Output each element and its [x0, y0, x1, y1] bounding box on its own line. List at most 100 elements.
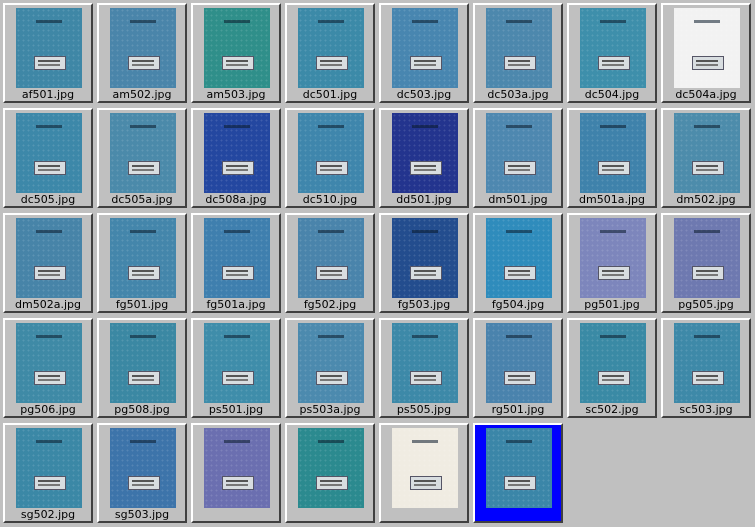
brand-mark: [130, 230, 156, 233]
thumbnail-image: [16, 323, 82, 403]
thumbnail-tile[interactable]: dc503a.jpg: [473, 3, 563, 103]
thumbnail-tile[interactable]: ps505.jpg: [379, 318, 469, 418]
thumbnail-tile[interactable]: dc505a.jpg: [97, 108, 187, 208]
thumbnail-tile[interactable]: dc501.jpg: [285, 3, 375, 103]
thumbnail-image: [580, 8, 646, 88]
label-plate: [34, 161, 66, 175]
thumbnail-image: [674, 323, 740, 403]
label-plate: [128, 56, 160, 70]
thumbnail-image: [298, 8, 364, 88]
thumbnail-label: dc505a.jpg: [111, 193, 173, 206]
thumbnail-tile[interactable]: dm501.jpg: [473, 108, 563, 208]
thumbnail-image: [110, 113, 176, 193]
label-plate: [692, 266, 724, 280]
thumbnail-tile[interactable]: sc503.jpg: [661, 318, 751, 418]
thumbnail-label: fg501a.jpg: [206, 298, 266, 311]
thumbnail-tile[interactable]: rg501.jpg: [473, 318, 563, 418]
brand-mark: [506, 230, 532, 233]
thumbnail-tile[interactable]: sg502.jpg: [3, 423, 93, 523]
thumbnail-tile[interactable]: fg504.jpg: [473, 213, 563, 313]
brand-mark: [506, 440, 532, 443]
thumbnail-tile[interactable]: [285, 423, 375, 523]
brand-mark: [36, 440, 62, 443]
thumbnail-image: [392, 218, 458, 298]
brand-mark: [506, 125, 532, 128]
label-plate: [128, 266, 160, 280]
thumbnail-tile[interactable]: dc504a.jpg: [661, 3, 751, 103]
brand-mark: [130, 20, 156, 23]
thumbnail-label: ps501.jpg: [208, 403, 264, 416]
thumbnail-image: [204, 323, 270, 403]
thumbnail-tile[interactable]: af501.jpg: [3, 3, 93, 103]
label-plate: [504, 266, 536, 280]
thumbnail-image: [204, 8, 270, 88]
thumbnail-tile[interactable]: am502.jpg: [97, 3, 187, 103]
brand-mark: [318, 230, 344, 233]
label-plate: [316, 266, 348, 280]
thumbnail-tile[interactable]: sc502.jpg: [567, 318, 657, 418]
thumbnail-image: [392, 113, 458, 193]
thumbnail-tile[interactable]: am503.jpg: [191, 3, 281, 103]
thumbnail-tile[interactable]: dc508a.jpg: [191, 108, 281, 208]
brand-mark: [36, 125, 62, 128]
brand-mark: [130, 440, 156, 443]
thumbnail-tile[interactable]: sg503.jpg: [97, 423, 187, 523]
thumbnail-tile[interactable]: pg506.jpg: [3, 318, 93, 418]
brand-mark: [224, 230, 250, 233]
thumbnail-tile[interactable]: ps501.jpg: [191, 318, 281, 418]
thumbnail-label: am503.jpg: [206, 88, 266, 101]
label-plate: [128, 476, 160, 490]
label-plate: [222, 476, 254, 490]
thumbnail-tile[interactable]: [473, 423, 563, 523]
thumbnail-tile[interactable]: [379, 423, 469, 523]
label-plate: [410, 476, 442, 490]
thumbnail-tile[interactable]: fg501.jpg: [97, 213, 187, 313]
thumbnail-tile[interactable]: pg505.jpg: [661, 213, 751, 313]
thumbnail-label: dc510.jpg: [302, 193, 358, 206]
thumbnail-tile[interactable]: ps503a.jpg: [285, 318, 375, 418]
brand-mark: [412, 230, 438, 233]
thumbnail-image: [16, 428, 82, 508]
thumbnail-tile[interactable]: pg508.jpg: [97, 318, 187, 418]
label-plate: [410, 266, 442, 280]
brand-mark: [412, 20, 438, 23]
thumbnail-label: fg504.jpg: [491, 298, 545, 311]
brand-mark: [318, 440, 344, 443]
thumbnail-tile[interactable]: fg501a.jpg: [191, 213, 281, 313]
thumbnail-tile[interactable]: fg502.jpg: [285, 213, 375, 313]
thumbnail-image: [204, 428, 270, 508]
label-plate: [410, 56, 442, 70]
thumbnail-tile[interactable]: dm502a.jpg: [3, 213, 93, 313]
thumbnail-image: [110, 428, 176, 508]
thumbnail-tile[interactable]: pg501.jpg: [567, 213, 657, 313]
thumbnail-tile[interactable]: dc505.jpg: [3, 108, 93, 208]
label-plate: [34, 56, 66, 70]
thumbnail-tile[interactable]: dc503.jpg: [379, 3, 469, 103]
brand-mark: [224, 440, 250, 443]
thumbnail-image: [580, 113, 646, 193]
brand-mark: [224, 20, 250, 23]
brand-mark: [318, 20, 344, 23]
thumbnail-image: [580, 323, 646, 403]
thumbnail-tile[interactable]: dc504.jpg: [567, 3, 657, 103]
thumbnail-label: dm501.jpg: [488, 193, 548, 206]
brand-mark: [506, 20, 532, 23]
thumbnail-label: fg503.jpg: [397, 298, 451, 311]
thumbnail-tile[interactable]: dd501.jpg: [379, 108, 469, 208]
thumbnail-label: fg502.jpg: [303, 298, 357, 311]
brand-mark: [318, 335, 344, 338]
thumbnail-image: [110, 8, 176, 88]
brand-mark: [318, 125, 344, 128]
thumbnail-tile[interactable]: dc510.jpg: [285, 108, 375, 208]
thumbnail-tile[interactable]: dm501a.jpg: [567, 108, 657, 208]
thumbnail-tile[interactable]: fg503.jpg: [379, 213, 469, 313]
thumbnail-label: af501.jpg: [21, 88, 75, 101]
label-plate: [504, 371, 536, 385]
brand-mark: [694, 125, 720, 128]
thumbnail-tile[interactable]: dm502.jpg: [661, 108, 751, 208]
brand-mark: [600, 335, 626, 338]
thumbnail-tile[interactable]: [191, 423, 281, 523]
thumbnail-label: dc508a.jpg: [205, 193, 267, 206]
label-plate: [692, 56, 724, 70]
label-plate: [692, 161, 724, 175]
